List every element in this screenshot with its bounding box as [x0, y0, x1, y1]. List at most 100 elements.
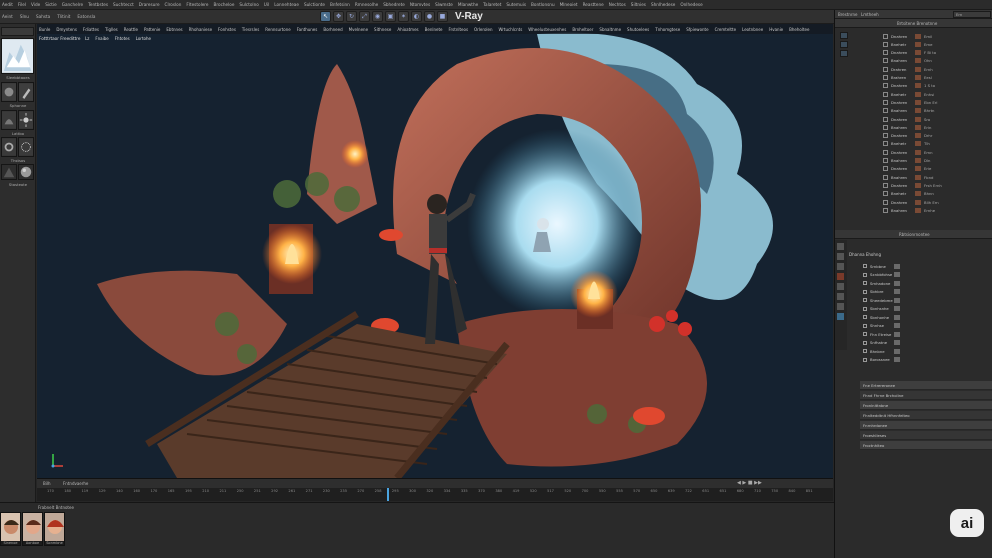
menu-item[interactable]: Suchtecct — [113, 2, 134, 7]
viewport-menu-item[interactable]: Fanthunes — [297, 27, 318, 32]
3d-viewport[interactable]: Bunle Dmyntens Fdiattes Tiglles Reattle Patte… — [37, 24, 833, 478]
viewport-menu-item[interactable]: Rennsurtone — [265, 27, 290, 32]
right-tab[interactable]: Brestnrne — [838, 12, 858, 17]
attribute-swatch[interactable] — [894, 323, 900, 328]
viewport-menu-item[interactable]: Fonhstes — [218, 27, 236, 32]
viewport-menu-item[interactable]: Wheelusteuxenhes — [528, 27, 566, 32]
attribute-checkbox[interactable] — [863, 332, 867, 336]
menu-item[interactable]: Nechtos — [609, 2, 626, 7]
menu-item[interactable]: Bnfetsinn — [330, 2, 350, 7]
viewport-option[interactable]: Lortohe — [136, 36, 151, 41]
attribute-checkbox[interactable] — [863, 323, 867, 328]
viewport-menu-item[interactable]: Bunle — [39, 27, 50, 32]
outliner-row[interactable]: Bnehetr Enhsi — [883, 90, 934, 98]
outliner-side-button[interactable] — [840, 41, 848, 48]
outliner-row[interactable]: Drahren Ernh — [883, 65, 933, 73]
viewport-menu-item[interactable]: Pattenie — [144, 27, 160, 32]
menu-item[interactable]: Ganchelre — [62, 2, 83, 7]
property-row[interactable]: Fronlnittnbne — [860, 401, 992, 410]
property-row[interactable]: Fhnd Fhrne Brcholine — [860, 391, 992, 400]
attribute-swatch[interactable] — [894, 297, 900, 303]
scale-icon[interactable]: ⤢ — [359, 11, 370, 22]
viewport-menu-item[interactable]: Leotnbnee — [742, 27, 763, 32]
outliner-row[interactable]: Bnehetr Eme — [883, 40, 932, 48]
timeline-field[interactable]: Bilh — [43, 481, 51, 486]
menu-item[interactable]: Rmnesolhe — [355, 2, 378, 7]
outliner-row[interactable]: Dnahren Frsh Ernh — [883, 181, 942, 189]
viewport-option[interactable]: Lz — [85, 36, 89, 41]
attribute-row[interactable]: Snfhatne — [863, 339, 900, 347]
attribute-swatch[interactable] — [894, 263, 900, 269]
menu-item[interactable]: Sbhedrete — [383, 2, 405, 7]
material-preview-thumbnail[interactable] — [1, 38, 34, 74]
outliner-row[interactable]: Bnahren Ernhe — [883, 206, 935, 214]
viewport-menu-item[interactable]: Shutoelees — [627, 27, 649, 32]
attribute-swatch[interactable] — [894, 289, 900, 294]
attribute-row[interactable]: Sheedebme — [863, 296, 900, 304]
light-thumbnail[interactable] — [18, 110, 34, 130]
camera-icon[interactable]: ▣ — [385, 11, 396, 22]
viewport-option[interactable]: Fhtotes — [115, 36, 130, 41]
outliner-row[interactable]: Dnahren Drhr — [883, 132, 932, 140]
outliner-row[interactable]: Dnahren F Bi to — [883, 49, 936, 57]
outliner-row[interactable]: Dnahren Bllh Ern — [883, 198, 939, 206]
viewport-menu-item[interactable]: Benlnete — [425, 27, 443, 32]
character-thumbnail[interactable]: Aonboe — [22, 512, 43, 546]
material-icon[interactable]: ◐ — [411, 11, 422, 22]
outliner-row[interactable]: Bnahren Bhrtn — [883, 107, 934, 115]
attribute-row[interactable]: Srnbbne — [863, 262, 900, 270]
toolbar-item[interactable]: Sahsta — [36, 14, 50, 19]
attribute-row[interactable]: Bhnbne — [863, 347, 900, 355]
attribute-row[interactable]: Sbnhonhe — [863, 313, 900, 321]
attribute-row[interactable]: Smhadone — [863, 279, 900, 287]
shape-thumbnail[interactable] — [1, 164, 17, 180]
playback-controls[interactable]: ◀ ▶ ■ ▶▶ — [737, 480, 762, 486]
menu-item[interactable]: Aedit — [2, 2, 13, 7]
viewport-menu-item[interactable]: Fdiattes — [83, 27, 99, 32]
particles-thumbnail[interactable] — [18, 137, 34, 157]
menu-item[interactable]: Bontlonsnu — [531, 2, 555, 7]
viewport-menu-item[interactable]: Orlerolen — [474, 27, 492, 32]
viewport-menu-item[interactable]: Bheholtee — [789, 27, 809, 32]
outliner-row[interactable]: Bnahren Erin — [883, 123, 931, 131]
attribute-swatch[interactable] — [894, 331, 900, 337]
attribute-swatch[interactable] — [894, 306, 900, 311]
viewport-menu-item[interactable]: Tnhomgtese — [655, 27, 680, 32]
outliner-row[interactable]: Bnahren Dln — [883, 157, 930, 165]
panel-search-field[interactable] — [1, 27, 34, 36]
menu-item[interactable]: Uil — [264, 2, 269, 7]
wrench-thumbnail[interactable] — [18, 82, 34, 102]
attribute-row[interactable]: Shnhse — [863, 322, 900, 330]
attribute-row[interactable]: Sxnbbfohse — [863, 271, 900, 279]
menu-item[interactable]: Talaretet — [483, 2, 501, 7]
outliner-row[interactable]: Dnahren Erie — [883, 165, 931, 173]
brush-thumbnail[interactable] — [1, 82, 17, 102]
menu-item[interactable]: Sulctolno — [239, 2, 258, 7]
viewport-menu-item[interactable]: Ahioatmes — [397, 27, 418, 32]
viewport-menu-item[interactable]: Borhneed — [323, 27, 342, 32]
menu-item[interactable]: Mlneoiet — [560, 2, 578, 7]
viewport-menu-item[interactable]: Dmyntens — [56, 27, 77, 32]
menu-item[interactable]: Brocheloe — [214, 2, 235, 7]
outliner-row[interactable]: Dnahren Sro — [883, 115, 930, 123]
attribute-checkbox[interactable] — [863, 315, 867, 319]
cursor-icon[interactable]: ↖ — [320, 11, 331, 22]
attribute-row[interactable]: Sbhbre — [863, 288, 900, 296]
menu-item[interactable]: Slwmste — [435, 2, 453, 7]
menu-item[interactable]: Mlanwthe — [458, 2, 478, 7]
attribute-checkbox[interactable] — [863, 306, 867, 311]
attribute-row[interactable]: Borossnee — [863, 356, 900, 364]
animation-timeline[interactable]: Bilh Fntndvaerhe ◀ ▶ ■ ▶▶ 170 180 119 129 14… — [37, 478, 833, 502]
viewport-menu-item[interactable]: Mvelnene — [349, 27, 368, 32]
attribute-checkbox[interactable] — [863, 289, 867, 294]
outliner-side-button[interactable] — [840, 32, 848, 39]
viewport-menu-item[interactable]: Tiesrsles — [242, 27, 259, 32]
viewport-menu-item[interactable]: Hvanie — [769, 27, 783, 32]
timeline-playhead[interactable] — [387, 488, 390, 501]
attribute-checkbox[interactable] — [863, 264, 867, 268]
attribute-swatch[interactable] — [894, 348, 900, 354]
menu-item[interactable]: Sictie — [45, 2, 57, 7]
property-row[interactable]: Fne Ertrereronee — [860, 381, 992, 390]
gear-thumbnail[interactable] — [1, 137, 17, 157]
viewport-menu-item[interactable]: Ebtnnes — [166, 27, 182, 32]
